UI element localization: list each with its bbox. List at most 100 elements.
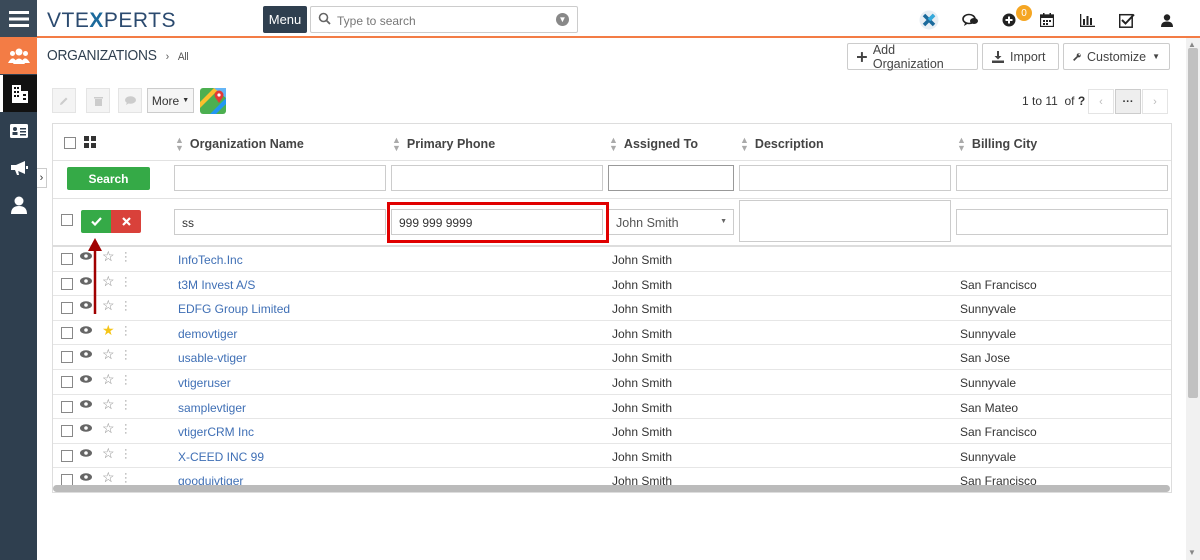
more-options-icon[interactable]: · · · bbox=[124, 371, 128, 390]
organization-name-link[interactable]: X-CEED INC 99 bbox=[178, 450, 264, 464]
column-header-description[interactable]: ▲ ▼ Description bbox=[740, 136, 824, 153]
filter-assigned-to-input[interactable] bbox=[608, 165, 734, 191]
row-checkbox[interactable] bbox=[61, 400, 73, 413]
organization-name-link[interactable]: samplevtiger bbox=[178, 401, 246, 415]
eye-icon[interactable] bbox=[80, 472, 92, 484]
row-checkbox[interactable] bbox=[61, 253, 73, 265]
more-options-icon[interactable]: · · · bbox=[124, 469, 128, 488]
customize-button[interactable]: Customize ▼ bbox=[1063, 43, 1170, 70]
select-all-checkbox[interactable] bbox=[64, 137, 76, 149]
star-icon[interactable]: ☆ bbox=[102, 396, 115, 413]
row-checkbox[interactable] bbox=[61, 449, 73, 462]
scroll-down-icon[interactable]: ▼ bbox=[1188, 548, 1196, 557]
page-jump-button[interactable]: ··· bbox=[1115, 89, 1141, 114]
more-options-icon[interactable]: · · · bbox=[124, 248, 128, 267]
organization-name-link[interactable]: usable-vtiger bbox=[178, 351, 247, 365]
column-header-assigned-to[interactable]: ▲ ▼ Assigned To bbox=[609, 136, 698, 153]
organization-name-link[interactable]: vtigeruser bbox=[178, 376, 231, 390]
chat-icon[interactable] bbox=[960, 10, 980, 30]
person-icon[interactable] bbox=[0, 186, 37, 223]
sidebar-expand-toggle[interactable]: › bbox=[37, 168, 47, 188]
task-checkbox-icon[interactable] bbox=[1117, 10, 1137, 30]
star-icon[interactable]: ☆ bbox=[102, 371, 115, 388]
row-checkbox[interactable] bbox=[61, 351, 73, 364]
filter-organization-name-input[interactable] bbox=[174, 165, 386, 191]
filter-description-input[interactable] bbox=[739, 165, 951, 191]
vtexperts-logo[interactable]: VTEXPERTS bbox=[47, 9, 176, 33]
table-row[interactable]: ★ · · · demovtiger John Smith Sunnyvale bbox=[53, 321, 1171, 346]
organization-name-link[interactable]: demovtiger bbox=[178, 327, 237, 341]
hamburger-icon[interactable] bbox=[0, 0, 37, 37]
organization-name-link[interactable]: t3M Invest A/S bbox=[178, 278, 255, 292]
building-icon[interactable] bbox=[0, 75, 37, 112]
edit-organization-name-input[interactable]: ss bbox=[174, 209, 386, 235]
table-row[interactable]: ☆ · · · vtigeruser John Smith Sunnyvale bbox=[53, 370, 1171, 395]
list-view-icon[interactable] bbox=[84, 136, 96, 151]
previous-page-button[interactable]: ‹ bbox=[1088, 89, 1114, 114]
star-icon[interactable]: ★ bbox=[102, 322, 115, 339]
more-options-icon[interactable]: · · · bbox=[124, 297, 128, 316]
more-options-icon[interactable]: · · · bbox=[124, 444, 128, 463]
comment-icon[interactable] bbox=[118, 88, 142, 113]
calendar-icon[interactable] bbox=[1037, 10, 1057, 30]
module-title[interactable]: ORGANIZATIONS bbox=[47, 47, 157, 64]
search-button[interactable]: Search bbox=[67, 167, 150, 190]
column-header-billing-city[interactable]: ▲ ▼ Billing City bbox=[957, 136, 1037, 153]
organization-name-link[interactable]: EDFG Group Limited bbox=[178, 302, 290, 316]
pager-total[interactable]: ? bbox=[1078, 94, 1085, 108]
row-checkbox[interactable] bbox=[61, 302, 73, 315]
more-options-icon[interactable]: · · · bbox=[124, 395, 128, 414]
star-icon[interactable]: ☆ bbox=[102, 445, 115, 462]
organization-name-link[interactable]: vtigerCRM Inc bbox=[178, 425, 254, 439]
star-icon[interactable]: ☆ bbox=[102, 273, 115, 290]
edit-assigned-to-select[interactable]: John Smith ▼ bbox=[608, 209, 734, 235]
row-checkbox[interactable] bbox=[61, 425, 73, 438]
edit-description-textarea[interactable] bbox=[739, 200, 951, 242]
star-icon[interactable]: ☆ bbox=[102, 297, 115, 314]
eye-icon[interactable] bbox=[80, 423, 92, 435]
cancel-row-button[interactable] bbox=[111, 210, 141, 233]
row-checkbox[interactable] bbox=[61, 376, 73, 388]
plus-circle-icon[interactable] bbox=[999, 10, 1019, 30]
table-row[interactable]: ☆ · · · InfoTech.Inc John Smith bbox=[53, 247, 1171, 272]
eye-icon[interactable] bbox=[80, 448, 92, 460]
star-icon[interactable]: ☆ bbox=[102, 248, 115, 265]
add-organization-button[interactable]: Add Organization bbox=[847, 43, 978, 71]
import-button[interactable]: Import bbox=[982, 43, 1059, 70]
global-search-input[interactable]: Type to search ▼ bbox=[310, 6, 578, 33]
more-actions-button[interactable]: More ▼ bbox=[147, 88, 194, 113]
table-row[interactable]: ☆ · · · samplevtiger John Smith San Mateo bbox=[53, 395, 1171, 420]
star-icon[interactable]: ☆ bbox=[102, 346, 115, 363]
more-options-icon[interactable]: · · · bbox=[124, 272, 128, 291]
next-page-button[interactable]: › bbox=[1142, 89, 1168, 114]
organizations-icon[interactable] bbox=[0, 37, 37, 74]
organization-name-link[interactable]: InfoTech.Inc bbox=[178, 253, 243, 267]
eye-icon[interactable] bbox=[80, 399, 92, 411]
vtexperts-x-icon[interactable] bbox=[919, 10, 939, 30]
row-checkbox[interactable] bbox=[61, 326, 73, 339]
google-maps-icon[interactable] bbox=[200, 88, 226, 114]
chevron-down-icon[interactable]: ▼ bbox=[556, 13, 569, 26]
save-row-button[interactable] bbox=[81, 210, 111, 233]
contact-card-icon[interactable] bbox=[0, 112, 37, 149]
table-row[interactable]: ☆ · · · usable-vtiger John Smith San Jose bbox=[53, 345, 1171, 370]
edit-row-checkbox[interactable] bbox=[61, 214, 73, 226]
user-icon[interactable] bbox=[1157, 10, 1177, 30]
filter-name[interactable]: All bbox=[178, 51, 189, 63]
bar-chart-icon[interactable] bbox=[1077, 10, 1097, 30]
filter-billing-city-input[interactable] bbox=[956, 165, 1168, 191]
filter-primary-phone-input[interactable] bbox=[391, 165, 603, 191]
table-row[interactable]: ☆ · · · EDFG Group Limited John Smith Sunnyval… bbox=[53, 296, 1171, 321]
more-options-icon[interactable]: · · · bbox=[124, 346, 128, 365]
scroll-up-icon[interactable]: ▲ bbox=[1188, 40, 1196, 49]
table-row[interactable]: ☆ · · · vtigerCRM Inc John Smith San Francisco bbox=[53, 419, 1171, 444]
edit-billing-city-input[interactable] bbox=[956, 209, 1168, 235]
menu-button[interactable]: Menu bbox=[263, 6, 307, 33]
row-checkbox[interactable] bbox=[61, 277, 73, 290]
column-header-organization-name[interactable]: ▲ ▼ Organization Name bbox=[175, 136, 304, 153]
edit-pencil-icon[interactable] bbox=[52, 88, 76, 113]
eye-icon[interactable] bbox=[80, 374, 92, 386]
megaphone-icon[interactable] bbox=[0, 149, 37, 186]
table-row[interactable]: ☆ · · · X-CEED INC 99 John Smith Sunnyvale bbox=[53, 444, 1171, 469]
star-icon[interactable]: ☆ bbox=[102, 469, 115, 486]
